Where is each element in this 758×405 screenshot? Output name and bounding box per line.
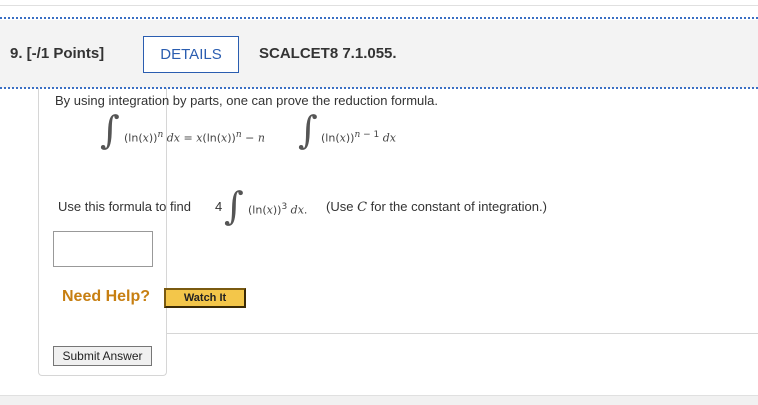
use-formula-text: Use this formula to find bbox=[58, 199, 191, 214]
need-help-label: Need Help? bbox=[62, 288, 151, 305]
header-dotted-divider-top bbox=[0, 17, 758, 19]
bottom-bar bbox=[0, 395, 758, 405]
formula-rhs: (ln(x))n − 1 dx bbox=[321, 130, 396, 145]
integral-symbol-rhs: ∫ bbox=[298, 108, 318, 152]
top-border bbox=[0, 0, 758, 6]
watch-it-button[interactable]: Watch It bbox=[164, 288, 246, 308]
formula-lhs: (ln(x))n dx = x(ln(x))n − n bbox=[124, 130, 265, 145]
constant-note: (Use C for the constant of integration.) bbox=[326, 199, 547, 215]
answer-input[interactable] bbox=[53, 231, 153, 267]
question-source: SCALCET8 7.1.055. bbox=[259, 45, 397, 62]
task-integrand: (ln(x))3 dx. bbox=[248, 202, 308, 217]
integral-symbol-task: ∫ bbox=[224, 184, 244, 228]
details-button[interactable]: DETAILS bbox=[143, 36, 239, 73]
panel-divider bbox=[167, 333, 758, 334]
submit-answer-button[interactable]: Submit Answer bbox=[53, 346, 152, 366]
integral-symbol-lhs: ∫ bbox=[100, 108, 120, 152]
integral-coefficient: 4 bbox=[215, 199, 223, 214]
question-number: 9. [-/1 Points] bbox=[10, 45, 105, 62]
question-prompt: By using integration by parts, one can p… bbox=[55, 93, 438, 108]
